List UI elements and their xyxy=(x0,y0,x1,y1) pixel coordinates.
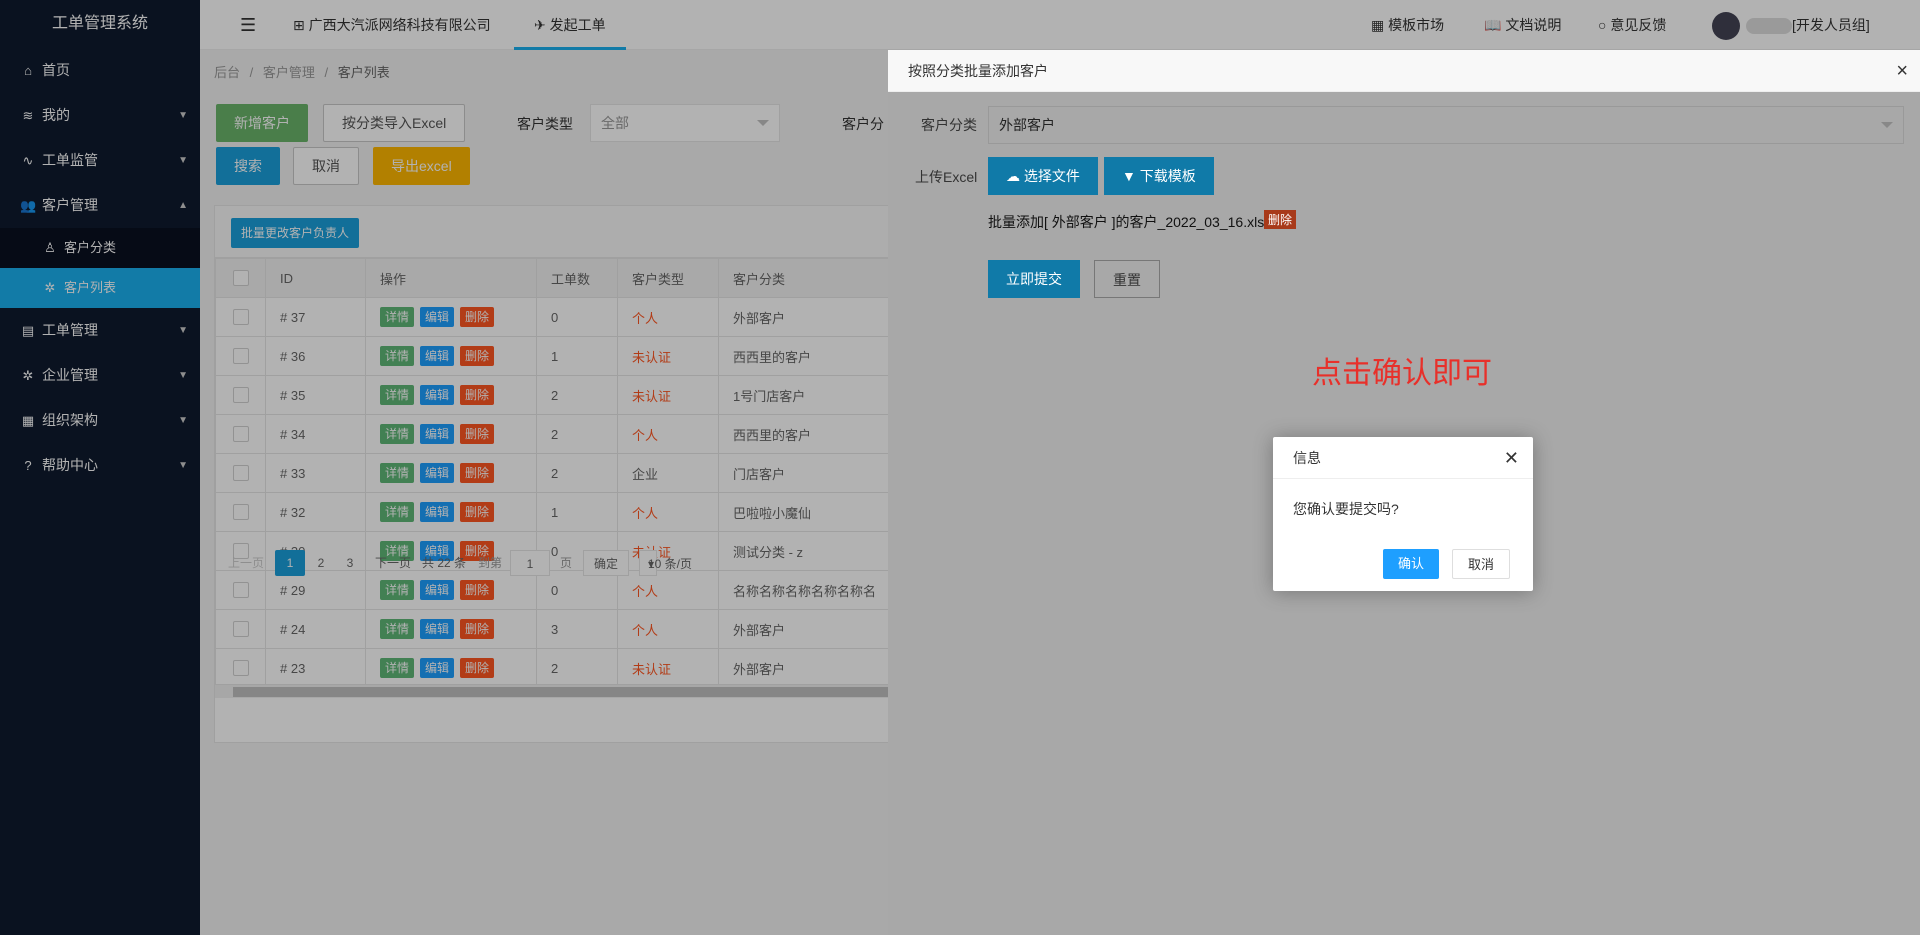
cloud-upload-icon: ☁ xyxy=(1006,168,1024,184)
dialog-confirm-button[interactable]: 确认 xyxy=(1383,549,1440,579)
category-value: 外部客户 xyxy=(999,117,1055,133)
dialog-cancel-button[interactable]: 取消 xyxy=(1452,549,1511,579)
choose-file-button[interactable]: ☁ 选择文件 xyxy=(988,157,1098,195)
upload-label: 上传Excel xyxy=(915,169,978,185)
drawer-title: 按照分类批量添加客户 xyxy=(908,63,1048,79)
dialog-title: 信息 xyxy=(1293,450,1321,466)
close-icon[interactable]: ✕ xyxy=(1504,437,1519,479)
drawer-header: 按照分类批量添加客户 × xyxy=(888,50,1920,92)
download-template-label: 下载模板 xyxy=(1139,168,1196,184)
download-template-button[interactable]: ▼ 下载模板 xyxy=(1104,157,1214,195)
choose-file-label: 选择文件 xyxy=(1023,168,1080,184)
hint-text: 点击确认即可 xyxy=(1312,357,1492,390)
category-select[interactable]: 外部客户 xyxy=(988,106,1904,144)
dialog-header: 信息 ✕ xyxy=(1273,437,1533,479)
uploaded-file-name: 批量添加[ 外部客户 ]的客户_2022_03_16.xls xyxy=(988,214,1265,230)
chevron-down-icon xyxy=(1881,122,1893,128)
reset-button[interactable]: 重置 xyxy=(1094,260,1160,298)
category-label: 客户分类 xyxy=(921,117,977,133)
file-delete-button[interactable]: 删除 xyxy=(1264,210,1297,229)
submit-button[interactable]: 立即提交 xyxy=(988,260,1080,298)
dialog-message: 您确认要提交吗? xyxy=(1293,501,1399,517)
confirm-dialog: 信息 ✕ 您确认要提交吗? 确认 取消 xyxy=(1273,437,1533,591)
caret-down-icon: ▼ xyxy=(1122,168,1140,184)
close-icon[interactable]: × xyxy=(1896,50,1908,92)
